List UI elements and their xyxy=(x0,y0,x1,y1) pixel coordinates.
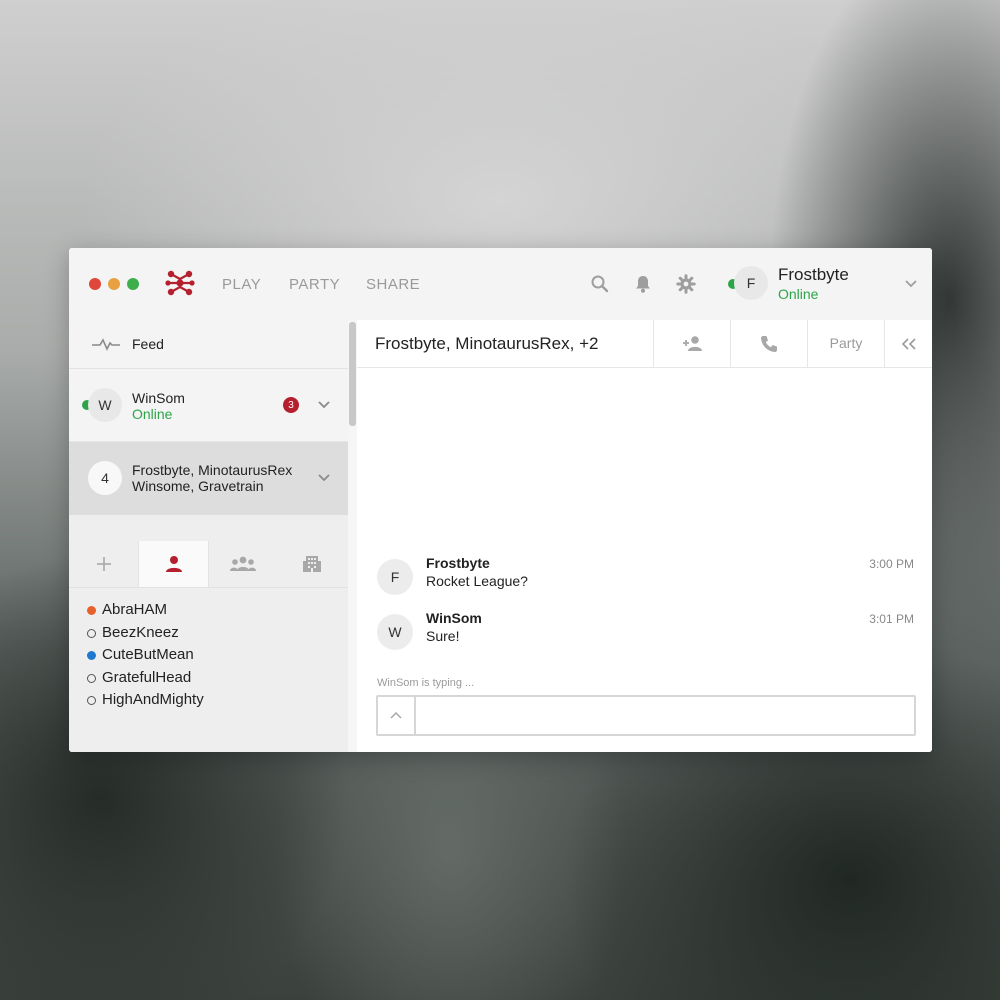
chevron-up-icon xyxy=(390,711,402,719)
activity-pulse-icon xyxy=(92,338,120,351)
chevron-down-icon[interactable] xyxy=(317,473,331,483)
bell-icon[interactable] xyxy=(633,274,653,294)
message-input[interactable] xyxy=(416,697,906,734)
chevron-down-icon[interactable] xyxy=(904,278,918,290)
chat-header: Frostbyte, MinotaurusRex, +2 Party xyxy=(357,320,932,368)
avatar: W xyxy=(377,614,413,650)
conversation-status: Online xyxy=(132,406,173,422)
party-button-label: Party xyxy=(829,335,863,351)
tabs-divider xyxy=(69,587,348,588)
phone-icon xyxy=(761,336,777,352)
top-bar: PLAY PARTY SHARE F Frostbyte Online xyxy=(69,248,932,321)
message-time: 3:00 PM xyxy=(869,557,914,571)
plus-icon xyxy=(97,557,111,571)
building-icon xyxy=(303,556,321,572)
tab-organizations[interactable] xyxy=(277,541,346,587)
friend-list: AbraHAM BeezKneez CuteButMean GratefulHe… xyxy=(69,600,348,713)
nav-party[interactable]: PARTY xyxy=(289,276,340,293)
collapse-panel-button[interactable] xyxy=(884,320,932,367)
friend-item[interactable]: AbraHAM xyxy=(69,600,348,623)
conversation-item-winsom[interactable]: W WinSom Online 3 xyxy=(69,369,348,442)
friend-item[interactable]: CuteButMean xyxy=(69,645,348,668)
chevron-down-icon[interactable] xyxy=(317,400,331,410)
nav-play[interactable]: PLAY xyxy=(222,276,261,293)
add-person-icon xyxy=(683,336,702,351)
avatar: F xyxy=(377,559,413,595)
typing-indicator: WinSom is typing ... xyxy=(377,677,475,689)
app-logo-icon xyxy=(165,270,195,296)
group-count-avatar: 4 xyxy=(88,461,122,495)
minimize-window-button[interactable] xyxy=(108,278,120,290)
status-dot xyxy=(87,628,96,638)
search-icon[interactable] xyxy=(590,274,610,294)
friend-name: CuteButMean xyxy=(102,646,194,663)
message-text: Sure! xyxy=(426,628,460,644)
profile-status: Online xyxy=(778,286,819,302)
chat-message: F Frostbyte Rocket League? 3:00 PM xyxy=(377,555,914,595)
message-author: WinSom xyxy=(426,610,482,626)
double-chevron-left-icon xyxy=(901,338,916,350)
person-icon xyxy=(166,556,182,572)
friends-tabs xyxy=(69,541,348,587)
conversation-item-group[interactable]: 4 Frostbyte, MinotaurusRex Winsome, Grav… xyxy=(69,442,348,515)
tab-groups[interactable] xyxy=(208,541,277,587)
friend-name: HighAndMighty xyxy=(102,691,204,708)
chat-title: Frostbyte, MinotaurusRex, +2 xyxy=(375,334,599,353)
message-text: Rocket League? xyxy=(426,573,528,589)
status-dot xyxy=(87,696,96,705)
status-dot xyxy=(87,673,96,683)
sidebar-item-label: Feed xyxy=(132,336,164,352)
friend-name: AbraHAM xyxy=(102,601,168,618)
message-time: 3:01 PM xyxy=(869,612,914,626)
maximize-window-button[interactable] xyxy=(127,278,139,290)
group-icon xyxy=(230,556,256,571)
chat-message: W WinSom Sure! 3:01 PM xyxy=(377,610,914,650)
party-button[interactable]: Party xyxy=(807,320,884,367)
profile-name[interactable]: Frostbyte xyxy=(778,265,849,285)
expand-composer-button[interactable] xyxy=(378,697,416,734)
status-dot xyxy=(87,606,96,615)
sidebar-item-feed[interactable]: Feed xyxy=(69,320,348,369)
add-participant-button[interactable] xyxy=(653,320,730,367)
profile-avatar[interactable]: F xyxy=(734,266,768,300)
nav-share[interactable]: SHARE xyxy=(366,276,420,293)
friend-name: BeezKneez xyxy=(102,623,179,641)
message-composer xyxy=(376,695,916,736)
app-window: PLAY PARTY SHARE F Frostbyte Online Feed… xyxy=(69,248,932,752)
close-window-button[interactable] xyxy=(89,278,101,290)
conversation-members-line: Winsome, Gravetrain xyxy=(132,478,264,494)
call-button[interactable] xyxy=(730,320,807,367)
unread-badge: 3 xyxy=(283,397,299,413)
conversation-name: WinSom xyxy=(132,390,185,406)
avatar: W xyxy=(88,388,122,422)
gear-icon[interactable] xyxy=(676,274,696,294)
friend-name: GratefulHead xyxy=(102,668,192,686)
friend-item[interactable]: HighAndMighty xyxy=(69,690,348,713)
message-author: Frostbyte xyxy=(426,555,490,571)
friend-item[interactable]: GratefulHead xyxy=(69,668,348,691)
tab-add[interactable] xyxy=(69,541,138,587)
conversation-members-line: Frostbyte, MinotaurusRex xyxy=(132,462,293,478)
status-dot xyxy=(87,651,96,660)
friend-item[interactable]: BeezKneez xyxy=(69,623,348,646)
sidebar-scrollbar-thumb[interactable] xyxy=(349,322,356,426)
tab-friends[interactable] xyxy=(138,541,209,587)
